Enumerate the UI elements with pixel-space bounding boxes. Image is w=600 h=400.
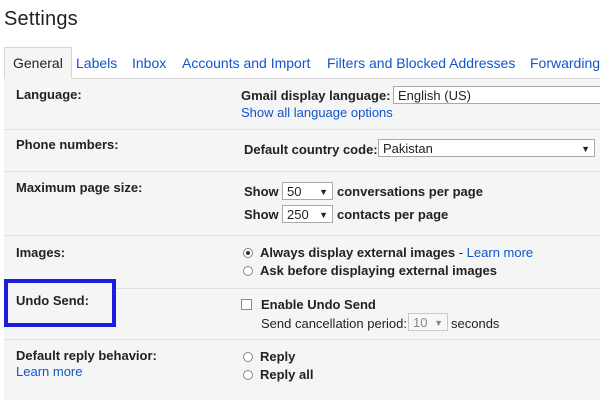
reply-behavior-row: Default reply behavior: Learn more Reply… [4, 339, 600, 400]
send-cancellation-period-value: 10 [413, 315, 428, 330]
images-learn-more-link[interactable]: Learn more [467, 245, 533, 260]
send-cancellation-period-label: Send cancellation period: [261, 316, 407, 331]
chevron-down-icon: ▼ [319, 210, 328, 220]
page-title: Settings [4, 8, 78, 30]
tab-general[interactable]: General [4, 47, 72, 79]
chevron-down-icon: ▼ [581, 144, 590, 154]
display-language-value: English (US) [398, 88, 471, 103]
contacts-per-page-value: 250 [287, 207, 309, 222]
enable-undo-send-checkbox[interactable] [241, 299, 252, 310]
tab-accounts-and-import[interactable]: Accounts and Import [182, 48, 310, 77]
language-label: Language: [16, 87, 82, 102]
reply-all-option-label: Reply all [260, 367, 314, 382]
tab-labels[interactable]: Labels [76, 48, 117, 77]
page-size-row: Maximum page size: Show 50 ▼ conversatio… [4, 171, 600, 236]
conversations-per-page-select[interactable]: 50 ▼ [282, 182, 333, 200]
page-size-label: Maximum page size: [16, 180, 143, 195]
contacts-per-page-select[interactable]: 250 ▼ [282, 205, 333, 223]
reply-all-radio[interactable] [243, 370, 253, 380]
images-option-1-line: Always display external images - Learn m… [260, 245, 533, 260]
reply-learn-more-link[interactable]: Learn more [16, 364, 82, 379]
chevron-down-icon: ▼ [319, 187, 328, 197]
separator: - [455, 245, 467, 260]
country-code-select[interactable]: Pakistan ▼ [378, 139, 595, 157]
conversations-per-page-label: conversations per page [337, 184, 483, 199]
send-cancellation-period-select[interactable]: 10 ▼ [408, 313, 448, 331]
tab-forwarding[interactable]: Forwarding [530, 48, 600, 77]
show-label: Show [244, 207, 279, 222]
chevron-down-icon: ▼ [434, 318, 443, 328]
ask-before-displaying-images-radio[interactable] [243, 266, 253, 276]
show-label: Show [244, 184, 279, 199]
undo-send-label: Undo Send: [16, 293, 89, 308]
country-code-value: Pakistan [383, 141, 433, 156]
settings-tabs: General Labels Inbox Accounts and Import… [4, 47, 600, 79]
show-all-language-options-link[interactable]: Show all language options [241, 105, 393, 120]
settings-panel: Language: Gmail display language: Englis… [4, 79, 600, 400]
contacts-per-page-label: contacts per page [337, 207, 449, 222]
images-label: Images: [16, 245, 66, 260]
seconds-label: seconds [451, 316, 500, 331]
tab-filters-and-blocked-addresses[interactable]: Filters and Blocked Addresses [327, 48, 515, 77]
tab-inbox[interactable]: Inbox [132, 48, 166, 77]
reply-option-label: Reply [260, 349, 296, 364]
undo-send-highlight-box: Undo Send: [4, 279, 116, 327]
conversations-per-page-value: 50 [287, 184, 302, 199]
always-display-images-radio[interactable] [243, 248, 253, 258]
reply-behavior-label: Default reply behavior: [16, 348, 157, 363]
ask-before-displaying-images-label: Ask before displaying external images [260, 263, 497, 278]
enable-undo-send-label: Enable Undo Send [261, 297, 376, 312]
phone-numbers-row: Phone numbers: Default country code: Pak… [4, 129, 600, 172]
always-display-images-label: Always display external images [260, 245, 456, 260]
phone-numbers-label: Phone numbers: [16, 137, 119, 152]
display-language-select[interactable]: English (US) [393, 86, 600, 104]
reply-radio[interactable] [243, 352, 253, 362]
language-row: Language: Gmail display language: Englis… [4, 79, 600, 130]
display-language-label: Gmail display language: [241, 88, 391, 103]
default-country-code-label: Default country code: [244, 142, 378, 157]
